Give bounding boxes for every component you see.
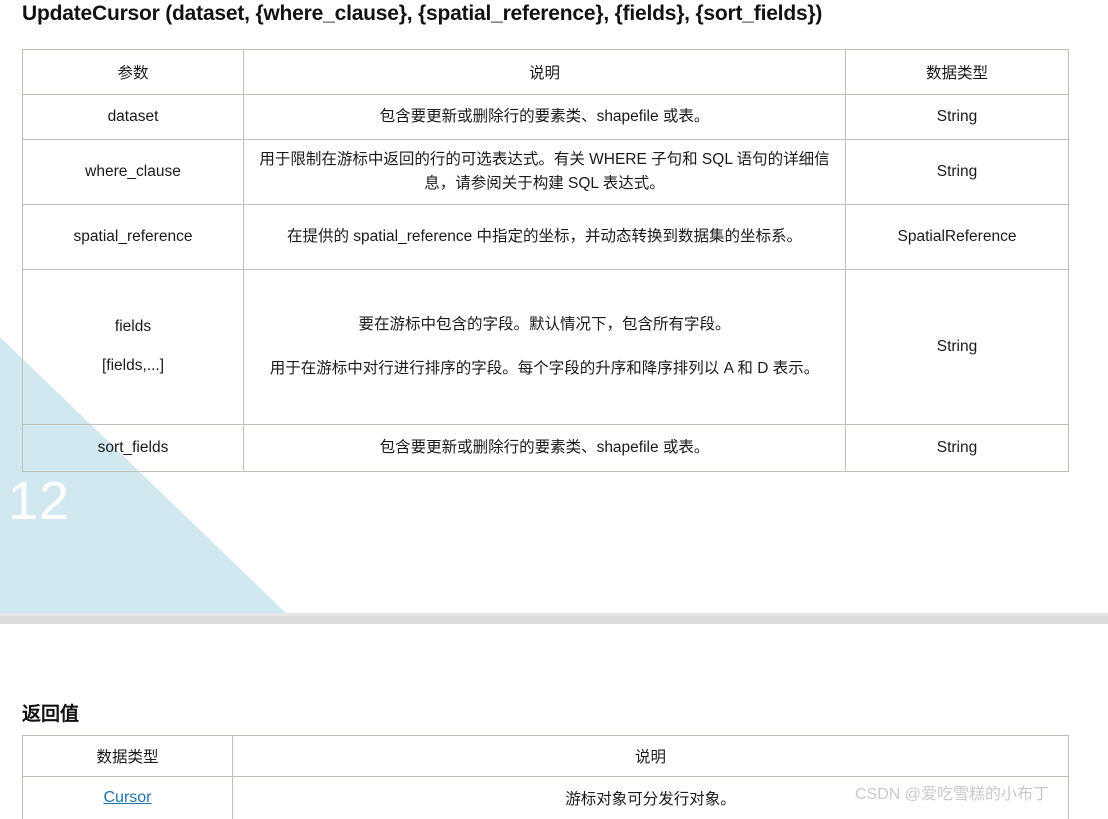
cell-description: 要在游标中包含的字段。默认情况下，包含所有字段。 用于在游标中对行进行排序的字段…: [243, 269, 846, 425]
cell-description: 用于限制在游标中返回的行的可选表达式。有关 WHERE 子句和 SQL 语句的详…: [243, 139, 846, 205]
table-row: dataset 包含要更新或删除行的要素类、shapefile 或表。 Stri…: [22, 94, 1069, 140]
page-number: 12: [8, 471, 71, 531]
section-heading-return-value: 返回值: [22, 704, 80, 725]
parameter-table: 参数 说明 数据类型 dataset 包含要更新或删除行的要素类、shapefi…: [22, 49, 1069, 472]
cell-datatype: String: [845, 424, 1069, 472]
cell-description: 包含要更新或删除行的要素类、shapefile 或表。: [243, 94, 846, 140]
table-row: where_clause 用于限制在游标中返回的行的可选表达式。有关 WHERE…: [22, 139, 1069, 205]
table-header-row: 数据类型 说明: [22, 735, 1069, 777]
cell-datatype: SpatialReference: [845, 204, 1069, 270]
column-header-parameter: 参数: [22, 49, 244, 95]
page-title: UpdateCursor (dataset, {where_clause}, {…: [22, 2, 823, 25]
description-paragraph: 用于限制在游标中返回的行的可选表达式。有关 WHERE 子句和 SQL 语句的详…: [259, 150, 830, 192]
slide-separator: [0, 613, 1108, 624]
slide-one: 12 UpdateCursor (dataset, {where_clause}…: [0, 0, 1108, 613]
table-row: sort_fields 包含要更新或删除行的要素类、shapefile 或表。 …: [22, 424, 1069, 472]
return-value-table: 数据类型 说明 Cursor 游标对象可分发行对象。: [22, 735, 1069, 819]
description-paragraph: 在提供的 spatial_reference 中指定的坐标，并动态转换到数据集的…: [286, 227, 803, 245]
cell-description: 在提供的 spatial_reference 中指定的坐标，并动态转换到数据集的…: [243, 204, 846, 270]
cell-datatype: Cursor: [22, 776, 233, 819]
column-header-datatype: 数据类型: [845, 49, 1069, 95]
description-paragraph: 要在游标中包含的字段。默认情况下，包含所有字段。: [358, 316, 731, 334]
cell-param-name: sort_fields: [22, 424, 244, 472]
cell-param-name: fields [fields,...]: [22, 269, 244, 425]
cell-datatype: String: [845, 269, 1069, 425]
description-paragraph: 用于在游标中对行进行排序的字段。每个字段的升序和降序排列以 A 和 D 表示。: [269, 359, 820, 377]
cell-param-name: spatial_reference: [22, 204, 244, 270]
cursor-link[interactable]: Cursor: [103, 789, 151, 806]
watermark: CSDN @爱吃雪糕的小布丁: [855, 786, 1050, 803]
table-row: spatial_reference 在提供的 spatial_reference…: [22, 204, 1069, 270]
cell-datatype: String: [845, 94, 1069, 140]
column-header-description: 说明: [232, 735, 1069, 777]
cell-description: 包含要更新或删除行的要素类、shapefile 或表。: [243, 424, 846, 472]
cell-param-name: where_clause: [22, 139, 244, 205]
description-paragraph: 包含要更新或删除行的要素类、shapefile 或表。: [379, 438, 710, 456]
column-header-description: 说明: [243, 49, 846, 95]
cell-datatype: String: [845, 139, 1069, 205]
column-header-datatype: 数据类型: [22, 735, 233, 777]
param-name-secondary: [fields,...]: [101, 357, 165, 374]
table-row: fields [fields,...] 要在游标中包含的字段。默认情况下，包含所…: [22, 269, 1069, 425]
cell-param-name: dataset: [22, 94, 244, 140]
slide-separator-highlight: [0, 613, 1108, 616]
description-paragraph: 包含要更新或删除行的要素类、shapefile 或表。: [379, 107, 710, 125]
slide-two: 返回值 数据类型 说明 Cursor 游标对象可分发行对象。 CSDN @爱吃雪…: [0, 624, 1108, 819]
param-name-primary: fields: [114, 318, 152, 336]
table-header-row: 参数 说明 数据类型: [22, 49, 1069, 95]
